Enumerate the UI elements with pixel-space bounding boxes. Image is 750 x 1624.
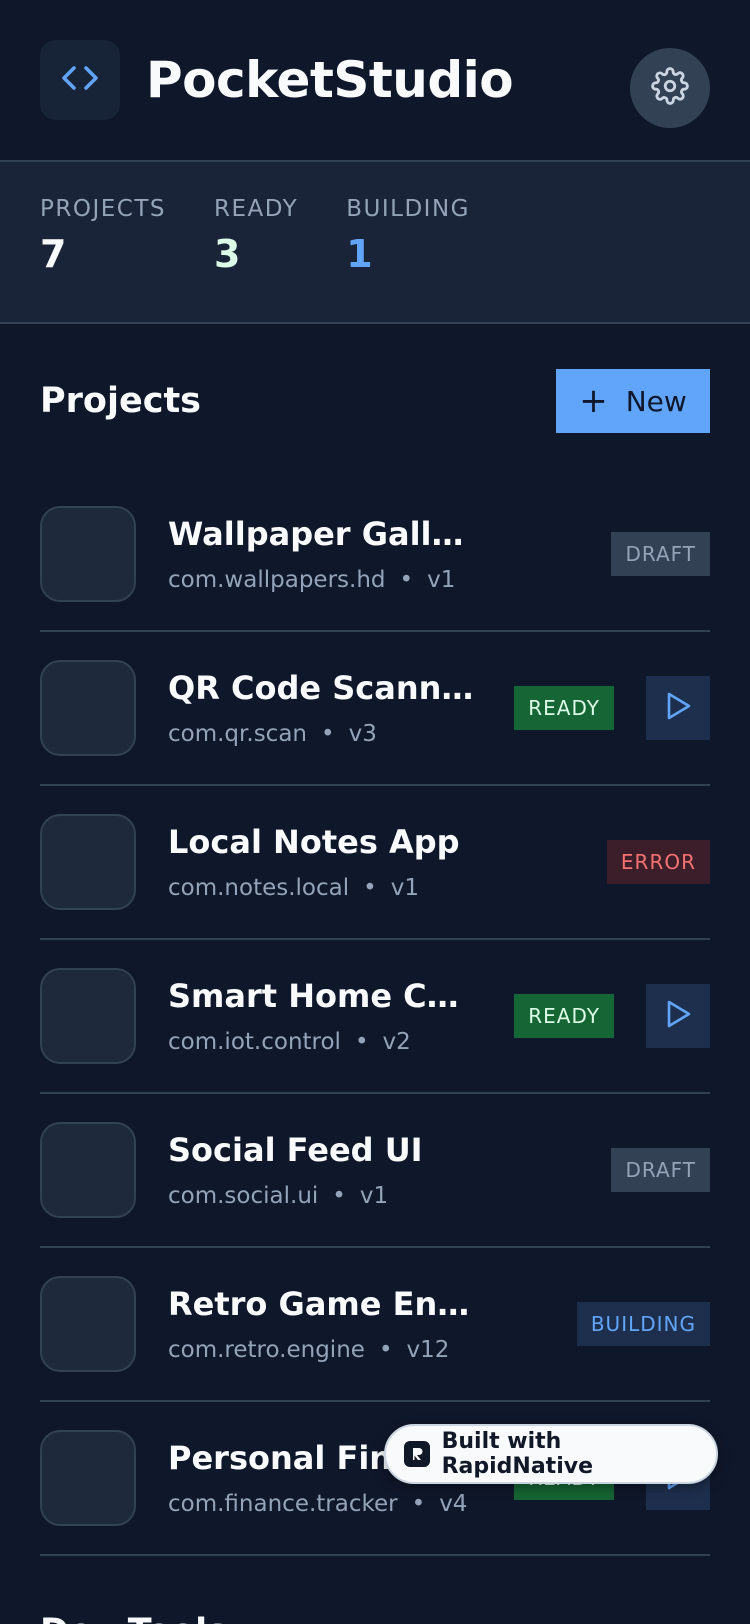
project-row[interactable]: Wallpaper Gallery com.wallpapers.hd • v1 D… (40, 478, 710, 632)
status-badge: DRAFT (611, 532, 710, 576)
project-info: Smart Home Cont... com.iot.control • v2 (168, 977, 514, 1055)
project-version: v4 (439, 1491, 468, 1517)
project-name: QR Code Scanner (168, 669, 478, 707)
app-header: PocketStudio (0, 0, 750, 160)
new-button-label: New (625, 384, 687, 418)
gear-icon (651, 67, 689, 109)
project-meta: com.retro.engine • v12 (168, 1337, 577, 1363)
project-row[interactable]: QR Code Scanner com.qr.scan • v3 READY (40, 632, 710, 786)
project-thumbnail (40, 1276, 136, 1372)
meta-separator: • (411, 1491, 426, 1517)
project-package: com.social.ui (168, 1183, 319, 1209)
stat-value: 1 (346, 232, 373, 276)
project-actions: READY (514, 676, 710, 740)
project-info: Retro Game Engine com.retro.engine • v12 (168, 1285, 577, 1363)
project-version: v3 (348, 721, 377, 747)
project-version: v12 (406, 1337, 450, 1363)
project-package: com.finance.tracker (168, 1491, 398, 1517)
project-actions: ERROR (606, 840, 710, 884)
project-package: com.qr.scan (168, 721, 307, 747)
project-name: Wallpaper Gallery (168, 515, 478, 553)
project-row[interactable]: Social Feed UI com.social.ui • v1 DRAFT (40, 1094, 710, 1248)
project-name: Social Feed UI (168, 1131, 423, 1169)
project-name: Retro Game Engine (168, 1285, 478, 1323)
project-package: com.retro.engine (168, 1337, 365, 1363)
project-meta: com.notes.local • v1 (168, 875, 607, 901)
project-thumbnail (40, 968, 136, 1064)
project-version: v1 (427, 567, 456, 593)
settings-button[interactable] (630, 48, 710, 128)
project-info: Wallpaper Gallery com.wallpapers.hd • v1 (168, 515, 611, 593)
run-button[interactable] (646, 984, 710, 1048)
project-meta: com.social.ui • v1 (168, 1183, 611, 1209)
run-button[interactable] (646, 676, 710, 740)
project-name: Smart Home Cont... (168, 977, 478, 1015)
logo (40, 40, 120, 120)
project-thumbnail (40, 1430, 136, 1526)
rapidnative-logo-icon (404, 1441, 430, 1467)
project-row[interactable]: Smart Home Cont... com.iot.control • v2 RE… (40, 940, 710, 1094)
status-badge: READY (514, 994, 614, 1038)
section-title: Projects (40, 381, 202, 421)
meta-separator: • (354, 1029, 369, 1055)
project-actions: DRAFT (611, 1148, 710, 1192)
stat-projects: PROJECTS 7 (40, 196, 166, 322)
project-package: com.wallpapers.hd (168, 567, 386, 593)
stat-label: BUILDING (346, 196, 470, 222)
project-version: v1 (359, 1183, 389, 1209)
new-project-button[interactable]: + New (556, 369, 710, 433)
project-name: Local Notes App (168, 823, 460, 861)
app-title: PocketStudio (146, 51, 514, 109)
project-version: v2 (382, 1029, 411, 1055)
project-actions: READY (514, 984, 710, 1048)
stat-label: PROJECTS (40, 196, 166, 222)
meta-separator: • (378, 1337, 393, 1363)
project-actions: BUILDING (576, 1302, 710, 1346)
stat-value: 3 (213, 232, 241, 276)
project-thumbnail (40, 1122, 136, 1218)
stats-bar: PROJECTS 7 READY 3 BUILDING 1 (0, 160, 750, 324)
status-badge: ERROR (606, 840, 710, 884)
play-icon (664, 691, 692, 725)
built-with-badge[interactable]: Built with RapidNative (384, 1424, 718, 1484)
plus-icon: + (579, 381, 608, 421)
pill-label: Built with RapidNative (441, 1429, 593, 1479)
stat-building: BUILDING 1 (346, 196, 470, 322)
project-meta: com.finance.tracker • v4 (168, 1491, 514, 1517)
project-meta: com.iot.control • v2 (168, 1029, 514, 1055)
code-icon (60, 61, 100, 99)
status-badge: READY (514, 686, 614, 730)
play-icon (664, 999, 692, 1033)
stat-ready: READY 3 (214, 196, 298, 322)
app-screen: PocketStudio PROJECTS 7 READY 3 BUILDING… (0, 0, 750, 1624)
project-info: QR Code Scanner com.qr.scan • v3 (168, 669, 514, 747)
meta-separator: • (399, 567, 414, 593)
project-package: com.iot.control (168, 1029, 341, 1055)
project-row[interactable]: Retro Game Engine com.retro.engine • v12 B… (40, 1248, 710, 1402)
stat-value: 7 (40, 232, 67, 276)
projects-section-header: Projects + New (0, 324, 750, 478)
project-row[interactable]: Local Notes App com.notes.local • v1 ERROR (40, 786, 710, 940)
meta-separator: • (321, 721, 335, 747)
meta-separator: • (363, 875, 377, 901)
project-info: Social Feed UI com.social.ui • v1 (168, 1131, 611, 1209)
stat-label: READY (213, 196, 299, 222)
project-version: v1 (390, 875, 419, 901)
project-thumbnail (40, 660, 136, 756)
project-actions: DRAFT (611, 532, 710, 576)
status-badge: BUILDING (576, 1302, 710, 1346)
project-package: com.notes.local (168, 875, 350, 901)
project-meta: com.qr.scan • v3 (168, 721, 514, 747)
devtools-title: Dev Tools (40, 1612, 228, 1624)
project-meta: com.wallpapers.hd • v1 (168, 567, 611, 593)
project-thumbnail (40, 506, 136, 602)
project-thumbnail (40, 814, 136, 910)
project-info: Local Notes App com.notes.local • v1 (168, 823, 607, 901)
project-list: Wallpaper Gallery com.wallpapers.hd • v1 D… (0, 478, 750, 1556)
status-badge: DRAFT (611, 1148, 710, 1192)
meta-separator: • (332, 1183, 346, 1209)
